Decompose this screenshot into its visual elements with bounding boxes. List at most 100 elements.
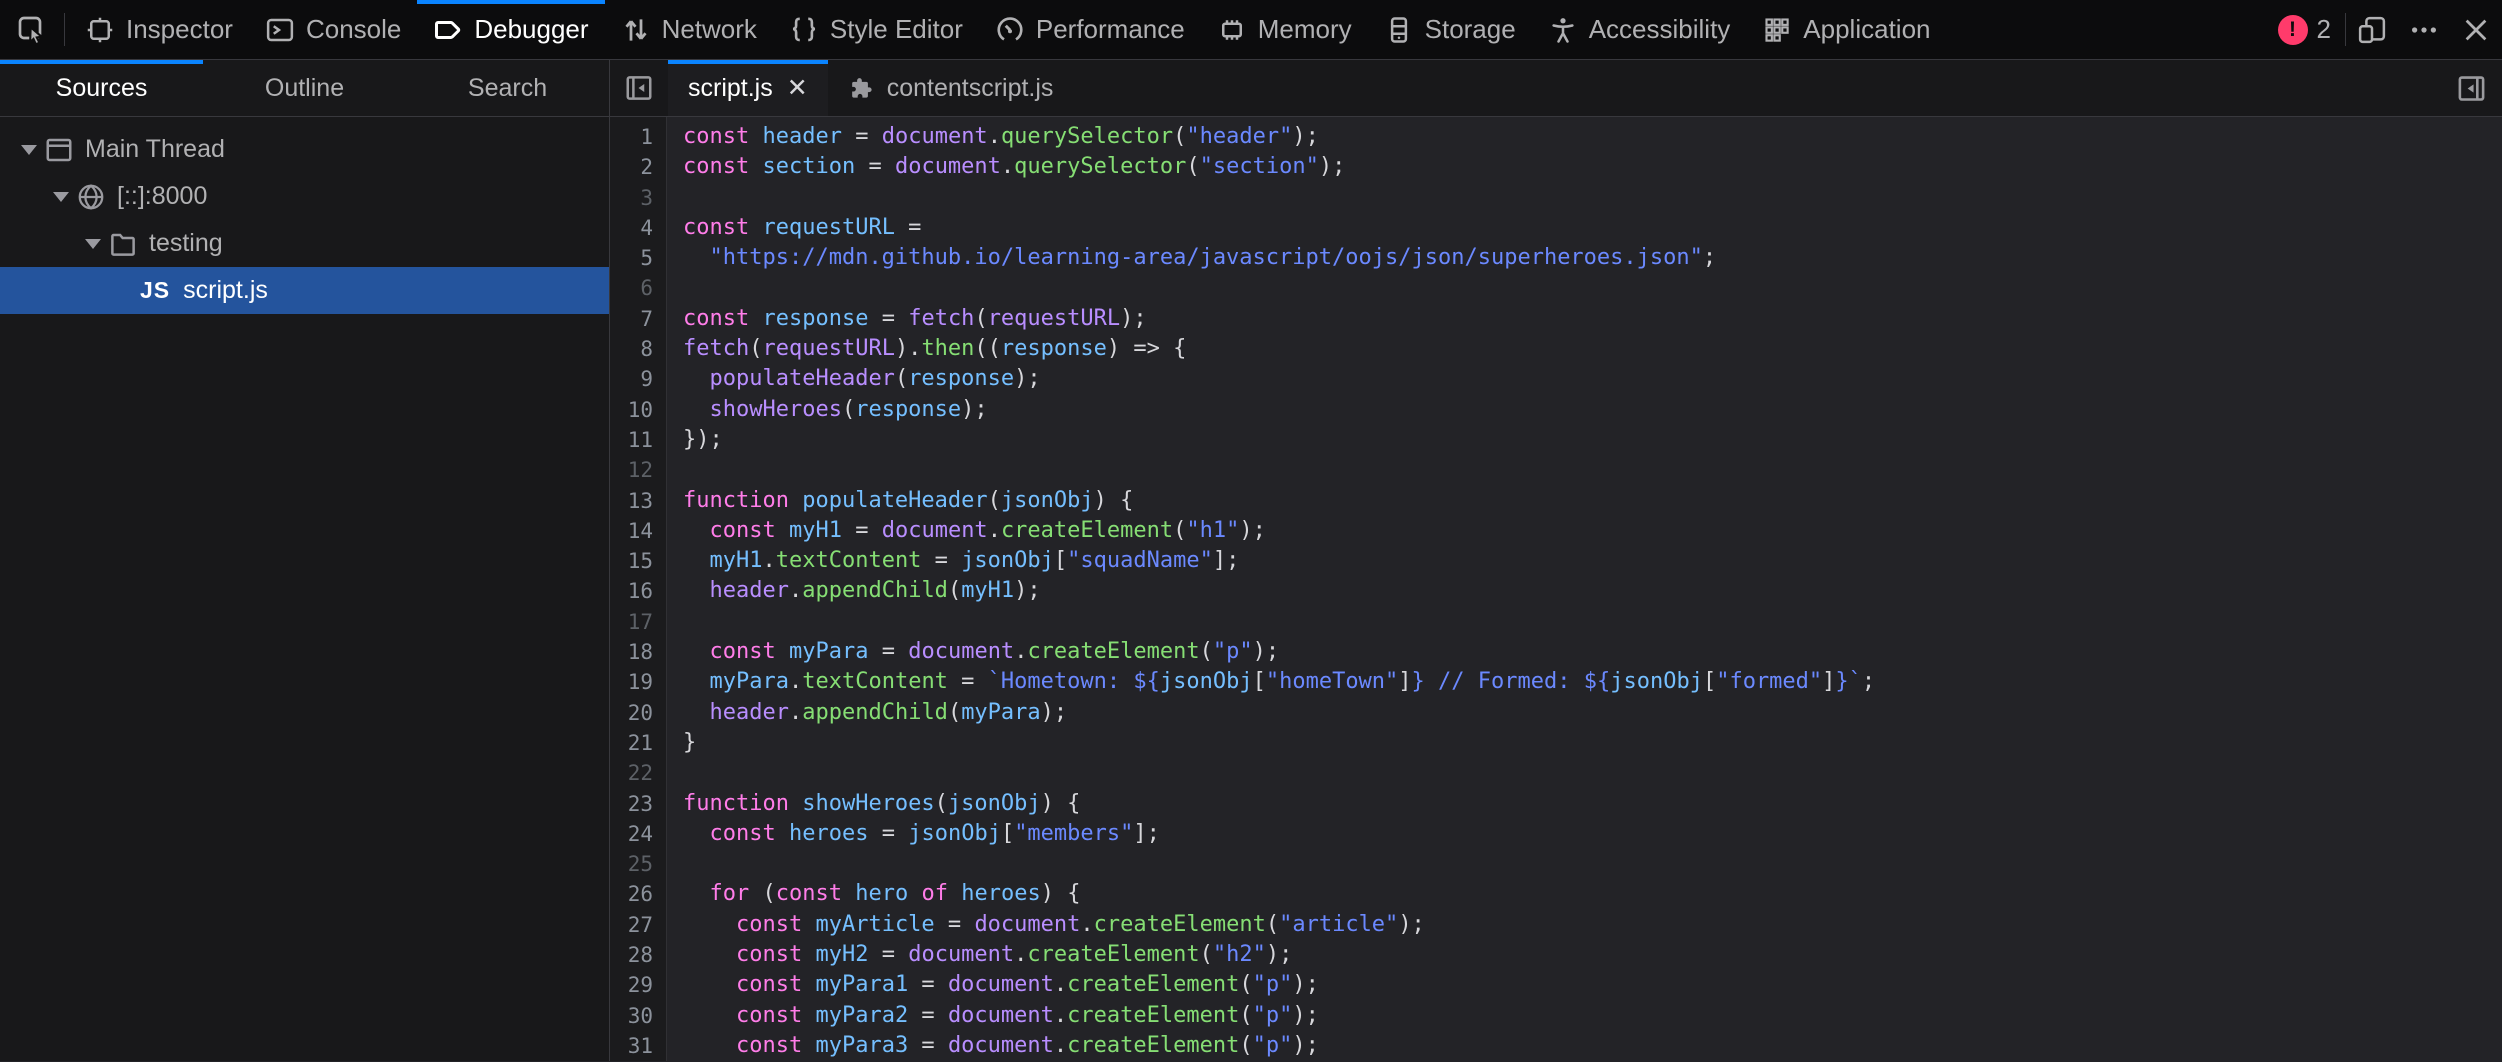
line-number[interactable]: 13	[610, 486, 666, 516]
twisty-expanded-icon[interactable]	[78, 239, 108, 249]
code-line[interactable]	[683, 758, 2502, 788]
line-number[interactable]: 10	[610, 395, 666, 425]
line-number[interactable]: 24	[610, 819, 666, 849]
code-line[interactable]: const section = document.querySelector("…	[683, 152, 2502, 182]
line-number[interactable]: 22	[610, 758, 666, 788]
toolbox-tab-style-editor[interactable]: Style Editor	[773, 0, 979, 59]
code-line[interactable]: const header = document.querySelector("h…	[683, 122, 2502, 152]
line-number[interactable]: 15	[610, 546, 666, 576]
line-number[interactable]: 17	[610, 607, 666, 637]
error-count-badge[interactable]: ! 2	[2264, 0, 2345, 59]
line-number[interactable]: 29	[610, 970, 666, 1000]
toolbox-tab-inspector[interactable]: Inspector	[69, 0, 249, 59]
code-line[interactable]: showHeroes(response);	[683, 395, 2502, 425]
code-token: =	[868, 306, 908, 331]
code-line[interactable]: const response = fetch(requestURL);	[683, 304, 2502, 334]
line-number[interactable]: 9	[610, 364, 666, 394]
line-number[interactable]: 30	[610, 1001, 666, 1031]
line-number[interactable]: 23	[610, 789, 666, 819]
code-line[interactable]: header.appendChild(myPara);	[683, 698, 2502, 728]
source-tab-script-js[interactable]: script.js✕	[668, 60, 828, 116]
line-number[interactable]: 16	[610, 576, 666, 606]
panel-tab-sources[interactable]: Sources	[0, 60, 203, 116]
editor-gutter[interactable]: 1234567891011121314151617181920212223242…	[610, 117, 667, 1061]
tree-item-script-js[interactable]: JSscript.js	[0, 267, 609, 314]
code-line[interactable]	[683, 455, 2502, 485]
responsive-design-mode-button[interactable]	[2346, 0, 2398, 59]
code-line[interactable]: const myPara = document.createElement("p…	[683, 637, 2502, 667]
code-line[interactable]	[683, 849, 2502, 879]
code-line[interactable]: }	[683, 728, 2502, 758]
twisty-expanded-icon[interactable]	[46, 192, 76, 202]
code-line[interactable]	[683, 183, 2502, 213]
code-line[interactable]: for (const hero of heroes) {	[683, 879, 2502, 909]
console-icon	[265, 15, 295, 45]
tree-item-testing[interactable]: testing	[0, 220, 609, 267]
code-line[interactable]: const myArticle = document.createElement…	[683, 910, 2502, 940]
line-number[interactable]: 11	[610, 425, 666, 455]
code-line[interactable]: const requestURL =	[683, 213, 2502, 243]
toolbox-meatball-menu-button[interactable]	[2398, 0, 2450, 59]
code-line[interactable]: fetch(requestURL).then((response) => {	[683, 334, 2502, 364]
line-number[interactable]: 27	[610, 910, 666, 940]
toolbox-tab-application[interactable]: Application	[1746, 0, 1946, 59]
toolbox-tab-network[interactable]: Network	[605, 0, 773, 59]
line-number[interactable]: 1	[610, 122, 666, 152]
line-number[interactable]: 20	[610, 698, 666, 728]
panel-tab-search[interactable]: Search	[406, 60, 609, 116]
code-line[interactable]	[683, 273, 2502, 303]
code-line[interactable]: "https://mdn.github.io/learning-area/jav…	[683, 243, 2502, 273]
line-number[interactable]: 18	[610, 637, 666, 667]
line-number[interactable]: 25	[610, 849, 666, 879]
tree-item-main-thread[interactable]: Main Thread	[0, 126, 609, 173]
toolbox-tab-accessibility[interactable]: Accessibility	[1532, 0, 1747, 59]
line-number[interactable]: 4	[610, 213, 666, 243]
code-line[interactable]: header.appendChild(myH1);	[683, 576, 2502, 606]
source-tab-contentscript-js[interactable]: contentscript.js	[828, 60, 1074, 116]
close-devtools-button[interactable]	[2450, 0, 2502, 59]
line-number[interactable]: 21	[610, 728, 666, 758]
code-line[interactable]: function populateHeader(jsonObj) {	[683, 486, 2502, 516]
code-line[interactable]: myH1.textContent = jsonObj["squadName"];	[683, 546, 2502, 576]
code-line[interactable]: function showHeroes(jsonObj) {	[683, 789, 2502, 819]
editor-code[interactable]: const header = document.querySelector("h…	[667, 117, 2502, 1061]
line-number[interactable]: 26	[610, 879, 666, 909]
line-number[interactable]: 3	[610, 183, 666, 213]
code-line[interactable]	[683, 607, 2502, 637]
panel-tab-outline[interactable]: Outline	[203, 60, 406, 116]
tree-item-8000[interactable]: [::]:8000	[0, 173, 609, 220]
toolbox-tab-storage[interactable]: Storage	[1368, 0, 1532, 59]
line-number[interactable]: 31	[610, 1031, 666, 1061]
code-line[interactable]: myPara.textContent = `Hometown: ${jsonOb…	[683, 667, 2502, 697]
code-line[interactable]: populateHeader(response);	[683, 364, 2502, 394]
code-line[interactable]: const myPara1 = document.createElement("…	[683, 970, 2502, 1000]
source-list-toggle-button[interactable]	[610, 60, 668, 116]
code-line[interactable]: const myH1 = document.createElement("h1"…	[683, 516, 2502, 546]
code-line[interactable]: const myPara2 = document.createElement("…	[683, 1001, 2502, 1031]
twisty-expanded-icon[interactable]	[14, 145, 44, 155]
tree-item-label: Main Thread	[85, 135, 225, 164]
code-line[interactable]: const heroes = jsonObj["members"];	[683, 819, 2502, 849]
line-number[interactable]: 6	[610, 273, 666, 303]
line-number[interactable]: 28	[610, 940, 666, 970]
code-token	[683, 1033, 736, 1058]
line-number[interactable]: 14	[610, 516, 666, 546]
node-picker-button[interactable]	[0, 0, 64, 59]
code-editor[interactable]: 1234567891011121314151617181920212223242…	[610, 117, 2502, 1061]
line-number[interactable]: 2	[610, 152, 666, 182]
code-line[interactable]: const myH2 = document.createElement("h2"…	[683, 940, 2502, 970]
line-number[interactable]: 5	[610, 243, 666, 273]
line-number[interactable]: 12	[610, 455, 666, 485]
close-tab-icon[interactable]: ✕	[785, 73, 808, 103]
toolbox-tab-memory[interactable]: Memory	[1201, 0, 1368, 59]
code-token: (	[935, 791, 948, 816]
expand-panes-button[interactable]	[2440, 60, 2502, 116]
line-number[interactable]: 19	[610, 667, 666, 697]
toolbox-tab-debugger[interactable]: Debugger	[417, 0, 604, 59]
toolbox-tab-console[interactable]: Console	[249, 0, 417, 59]
line-number[interactable]: 8	[610, 334, 666, 364]
code-line[interactable]: });	[683, 425, 2502, 455]
toolbox-tab-performance[interactable]: Performance	[979, 0, 1201, 59]
line-number[interactable]: 7	[610, 304, 666, 334]
code-line[interactable]: const myPara3 = document.createElement("…	[683, 1031, 2502, 1061]
